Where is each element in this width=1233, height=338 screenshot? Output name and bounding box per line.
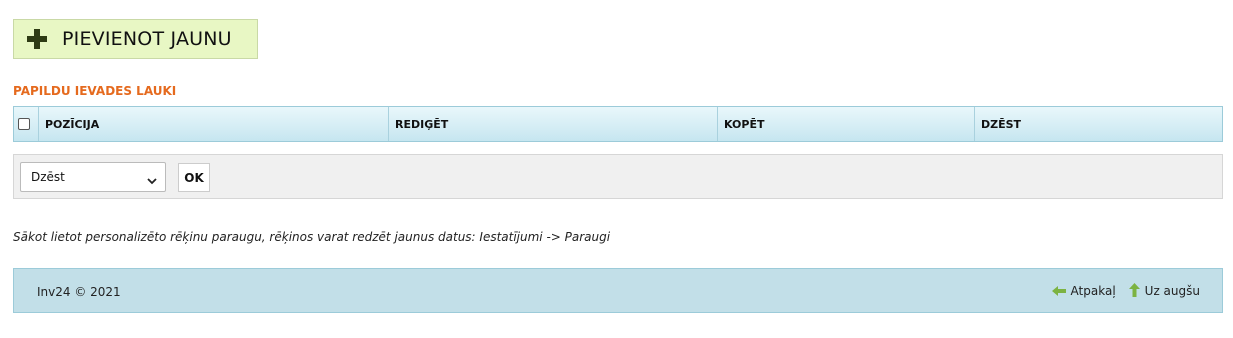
table-header: POZĪCIJA REDIĢĒT KOPĒT DZĒST xyxy=(13,106,1223,142)
scroll-top-link[interactable]: Uz augšu xyxy=(1128,283,1200,298)
section-title: PAPILDU IEVADES LAUKI xyxy=(13,84,177,98)
info-text: Sākot lietot personalizēto rēķinu paraug… xyxy=(13,230,611,244)
footer-copyright: Inv24 © 2021 xyxy=(37,285,121,299)
bulk-action-selected-value: Dzēst xyxy=(31,170,65,184)
column-header-position[interactable]: POZĪCIJA xyxy=(39,107,389,141)
arrow-up-icon xyxy=(1128,283,1141,298)
bulk-action-bar: Dzēst OK xyxy=(13,154,1223,199)
arrow-left-icon xyxy=(1051,285,1067,297)
chevron-down-icon xyxy=(147,174,157,184)
add-new-button[interactable]: PIEVIENOT JAUNU xyxy=(13,19,258,59)
footer: Inv24 © 2021 Atpakaļ Uz augšu xyxy=(13,268,1223,313)
plus-icon xyxy=(26,28,48,50)
select-all-checkbox[interactable] xyxy=(18,118,30,130)
footer-links: Atpakaļ Uz augšu xyxy=(1051,283,1200,298)
add-new-label: PIEVIENOT JAUNU xyxy=(62,28,232,50)
scroll-top-label: Uz augšu xyxy=(1144,283,1200,298)
column-header-edit[interactable]: REDIĢĒT xyxy=(389,107,718,141)
column-header-copy[interactable]: KOPĒT xyxy=(718,107,975,141)
ok-button[interactable]: OK xyxy=(178,163,210,192)
back-link-label: Atpakaļ xyxy=(1070,283,1116,298)
back-link[interactable]: Atpakaļ xyxy=(1051,283,1116,298)
bulk-action-select[interactable]: Dzēst xyxy=(20,162,166,192)
select-all-cell xyxy=(14,107,39,141)
column-header-delete[interactable]: DZĒST xyxy=(975,107,1222,141)
